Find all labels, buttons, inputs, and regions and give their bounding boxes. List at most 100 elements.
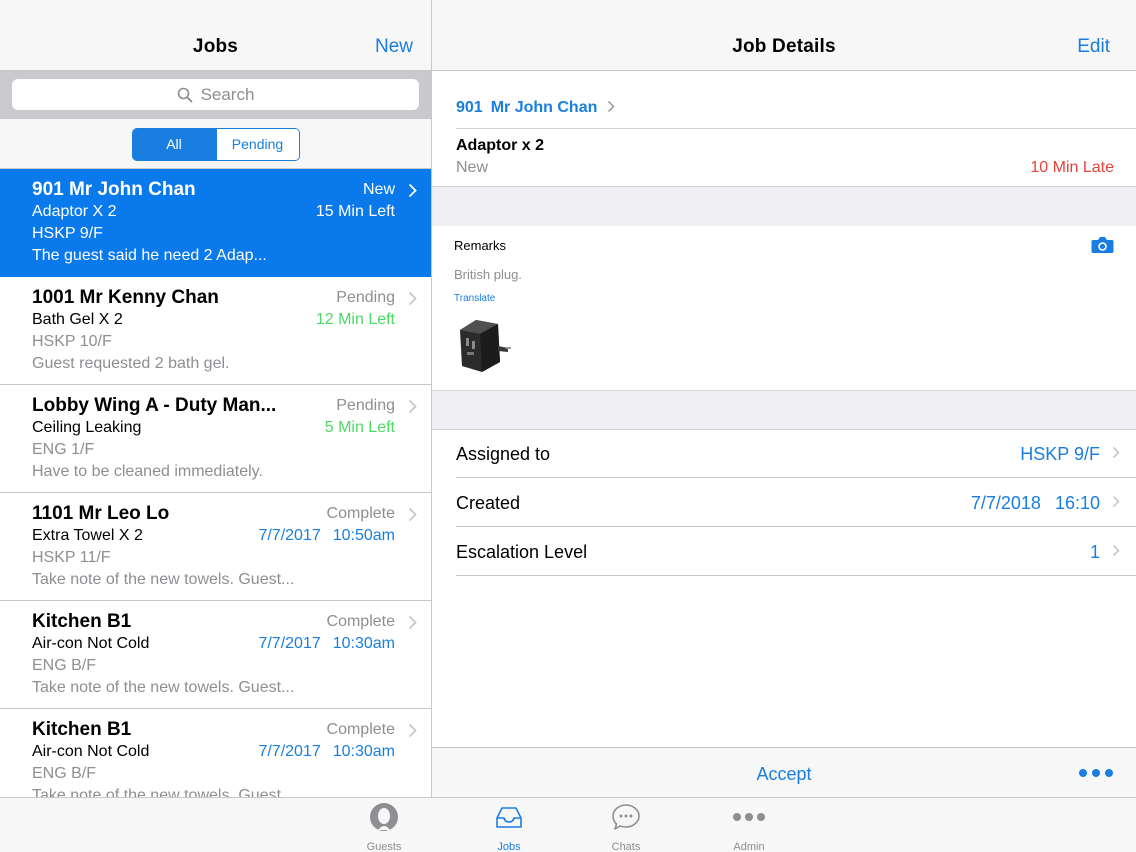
job-item: Air-con Not Cold	[32, 743, 150, 760]
chevron-right-icon	[408, 291, 417, 306]
job-item: Adaptor X 2	[32, 203, 117, 220]
job-note: Have to be cleaned immediately.	[32, 463, 263, 480]
section-gap	[432, 390, 1136, 430]
camera-icon[interactable]	[1091, 236, 1114, 254]
job-title: Kitchen B1	[32, 719, 132, 740]
job-clock: 10:50am	[332, 527, 395, 544]
job-department: ENG B/F	[32, 765, 97, 782]
tab-chats[interactable]: Chats	[586, 802, 666, 852]
filter-all[interactable]: All	[132, 128, 216, 160]
tab-admin[interactable]: Admin	[709, 802, 789, 852]
tab-label: Chats	[611, 841, 641, 852]
separator	[456, 128, 1136, 129]
created-label: Created	[456, 493, 521, 513]
details-title: Job Details	[732, 36, 836, 57]
job-title: 1001 Mr Kenny Chan	[32, 287, 219, 308]
assigned-label: Assigned to	[456, 444, 551, 464]
job-status: New	[362, 181, 395, 198]
edit-button[interactable]: Edit	[1077, 36, 1110, 58]
job-status: Complete	[326, 505, 395, 522]
adaptor-photo[interactable]	[454, 316, 514, 374]
inbox-tray-icon	[496, 807, 522, 828]
filter-bar: All Pending	[0, 119, 431, 169]
chevron-right-icon	[1112, 544, 1120, 557]
job-department: HSKP 10/F	[32, 333, 112, 350]
remarks-text: British plug.	[454, 267, 522, 282]
chevron-right-icon	[1112, 495, 1120, 508]
tab-label: Jobs	[497, 841, 521, 852]
job-clock: 10:30am	[332, 743, 395, 760]
job-item: Air-con Not Cold	[32, 635, 150, 652]
job-date: 7/7/2017	[258, 527, 321, 544]
job-title: Lobby Wing A - Duty Man...	[32, 395, 277, 416]
job-department: ENG B/F	[32, 657, 97, 674]
filter-pending[interactable]: Pending	[215, 128, 299, 160]
job-item: Extra Towel X 2	[32, 527, 143, 544]
job-title: 901 Mr John Chan	[32, 179, 196, 200]
new-job-button[interactable]: New	[375, 36, 413, 58]
remarks-label: Remarks	[454, 238, 507, 253]
search-placeholder: Search	[200, 84, 255, 104]
job-status: Pending	[336, 289, 395, 306]
room-number: 901	[456, 99, 483, 116]
more-dots-icon	[733, 813, 765, 821]
guest-name: Mr John Chan	[490, 99, 598, 116]
job-status: Complete	[326, 613, 395, 630]
job-row[interactable]: 1001 Mr Kenny Chan Bath Gel X 2 HSKP 10/…	[0, 277, 431, 385]
chevron-right-icon	[408, 183, 417, 198]
late-indicator: 10 Min Late	[1030, 159, 1114, 176]
assigned-value: HSKP 9/F	[1020, 444, 1100, 464]
chevron-right-icon	[607, 100, 615, 113]
job-status: New	[456, 159, 489, 176]
job-row[interactable]: Kitchen B1 Air-con Not Cold ENG B/F Take…	[0, 709, 431, 797]
filter-segmented-control: All Pending	[131, 127, 300, 161]
search-input[interactable]: Search	[12, 79, 419, 110]
job-note: Take note of the new towels. Guest...	[32, 787, 295, 797]
job-department: HSKP 11/F	[32, 549, 111, 566]
created-row[interactable]: Created 7/7/2018 16:10	[456, 478, 1136, 527]
job-time-left: 15 Min Left	[315, 203, 395, 220]
escalation-label: Escalation Level	[456, 542, 588, 562]
job-item: Bath Gel X 2	[32, 311, 123, 328]
tab-label: Guests	[366, 841, 402, 852]
job-title: 1101 Mr Leo Lo	[32, 503, 170, 524]
job-completed-at: 7/7/2017 10:30am	[258, 743, 395, 761]
translate-link[interactable]: Translate	[454, 293, 495, 304]
created-value: 7/7/2018 16:10	[971, 493, 1100, 514]
job-note: Take note of the new towels. Guest...	[32, 679, 295, 696]
assigned-to-row[interactable]: Assigned to HSKP 9/F	[456, 429, 1136, 478]
job-row[interactable]: Lobby Wing A - Duty Man... Ceiling Leaki…	[0, 385, 431, 493]
details-navbar: Job Details Edit	[432, 0, 1136, 71]
chevron-right-icon	[1112, 446, 1120, 459]
job-completed-at: 7/7/2017 10:50am	[258, 527, 395, 545]
created-time: 16:10	[1054, 493, 1100, 513]
action-bar: Accept	[432, 747, 1136, 797]
guest-link[interactable]: 901 Mr John Chan	[456, 99, 615, 117]
job-title: Kitchen B1	[32, 611, 132, 632]
escalation-row[interactable]: Escalation Level 1	[456, 527, 1136, 576]
tab-guests[interactable]: Guests	[344, 802, 424, 852]
job-time-left: 5 Min Left	[324, 419, 395, 436]
more-options-icon[interactable]	[1078, 768, 1114, 778]
job-row[interactable]: 901 Mr John Chan Adaptor X 2 HSKP 9/F Th…	[0, 169, 431, 277]
job-item-title: Adaptor x 2	[456, 137, 545, 154]
search-bar: Search	[0, 71, 431, 119]
job-department: HSKP 9/F	[32, 225, 103, 242]
chevron-right-icon	[408, 507, 417, 522]
job-row[interactable]: Kitchen B1 Air-con Not Cold ENG B/F Take…	[0, 601, 431, 709]
escalation-value: 1	[1089, 542, 1100, 562]
jobs-list-pane: Jobs New Search All Pending 901 Mr John …	[0, 0, 431, 797]
job-note: The guest said he need 2 Adap...	[32, 247, 267, 264]
chevron-right-icon	[408, 723, 417, 738]
job-row[interactable]: 1101 Mr Leo Lo Extra Towel X 2 HSKP 11/F…	[0, 493, 431, 601]
guest-avatar-icon	[370, 803, 398, 831]
jobs-navbar: Jobs New	[0, 0, 431, 71]
chevron-right-icon	[408, 399, 417, 414]
job-status: Pending	[336, 397, 395, 414]
job-time-left: 12 Min Left	[315, 311, 395, 328]
jobs-list: 901 Mr John Chan Adaptor X 2 HSKP 9/F Th…	[0, 169, 431, 797]
job-note: Guest requested 2 bath gel.	[32, 355, 230, 372]
tab-jobs[interactable]: Jobs	[469, 802, 549, 852]
chevron-right-icon	[408, 615, 417, 630]
accept-button[interactable]: Accept	[432, 764, 1136, 785]
